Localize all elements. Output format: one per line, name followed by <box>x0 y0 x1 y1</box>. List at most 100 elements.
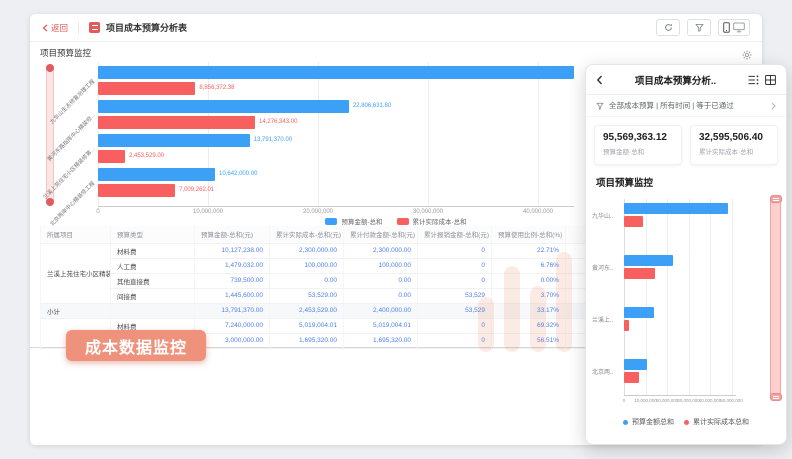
table-cell: 6.76% <box>492 258 566 273</box>
legend-label: 累计实际成本-总和 <box>413 216 467 226</box>
actual-cost-bar[interactable] <box>624 320 629 331</box>
mobile-legend: 预算金额总和 累计实际成本总和 <box>586 417 786 427</box>
x-axis-tick-label: 20,000,000 <box>303 209 333 215</box>
budget-bar[interactable] <box>624 203 728 214</box>
table-header-cell: 预算使用比例-总和(%) <box>492 226 566 243</box>
table-cell: 1,445,600.00 <box>195 288 270 303</box>
device-preview-toggle[interactable] <box>718 19 750 36</box>
datazoom-handle-top[interactable] <box>46 64 54 72</box>
mobile-datazoom-handle-bottom[interactable] <box>770 393 782 401</box>
table-cell: 3.70% <box>492 288 566 303</box>
legend-swatch-red <box>397 218 409 225</box>
bar-value-label: 14,276,343.00 <box>259 116 297 129</box>
page-title: 项目成本预算分析表 <box>106 21 187 34</box>
x-axis-tick-label: 0 <box>96 209 99 215</box>
legend-label: 预算金额总和 <box>632 417 674 427</box>
legend-item-budget[interactable]: 预算金额-总和 <box>325 216 382 226</box>
actual-cost-bar[interactable] <box>98 150 125 163</box>
actual-cost-bar[interactable] <box>98 184 175 197</box>
budget-bar[interactable] <box>98 168 215 181</box>
table-cell: 0.00 <box>344 273 418 288</box>
budget-bar[interactable] <box>624 307 654 318</box>
actual-cost-bar[interactable] <box>624 268 655 279</box>
stat-card-actual[interactable]: 32,595,506.40 累计实际成本·总和 <box>690 125 778 165</box>
stat-card-budget[interactable]: 95,569,363.12 预算金额·总和 <box>594 125 682 165</box>
list-view-icon[interactable] <box>748 75 759 85</box>
table-cell: 小计 <box>41 303 111 318</box>
filter-icon <box>695 23 704 32</box>
table-cell: 69.32% <box>492 318 566 333</box>
table-cell: 0 <box>418 258 492 273</box>
table-header-cell: 预算金额-总和(元) <box>195 226 270 243</box>
table-cell: 0 <box>418 243 492 258</box>
toolbar-divider <box>78 22 79 34</box>
legend-item-actual[interactable]: 累计实际成本-总和 <box>397 216 467 226</box>
legend-item-actual[interactable]: 累计实际成本总和 <box>684 417 749 427</box>
stat-label: 累计实际成本·总和 <box>699 146 769 156</box>
stat-label: 预算金额·总和 <box>603 146 673 156</box>
budget-bar[interactable] <box>98 66 574 79</box>
legend-label: 累计实际成本总和 <box>693 417 749 427</box>
table-cell: 1,695,320.00 <box>270 333 344 348</box>
table-header-cell: 所属项目 <box>41 226 111 243</box>
table-cell: 材料费 <box>111 243 195 258</box>
gridline <box>428 62 429 206</box>
x-axis-line <box>98 206 574 207</box>
gridline <box>318 62 319 206</box>
mobile-filter-bar[interactable]: 全部成本预算 | 所有时间 | 等于已通过 <box>586 95 786 117</box>
back-label: 返回 <box>51 22 68 34</box>
table-cell: 1,479,032.00 <box>195 258 270 273</box>
table-cell <box>111 303 195 318</box>
budget-bar[interactable] <box>624 255 673 266</box>
mobile-datazoom-slider[interactable] <box>770 197 781 399</box>
budget-bar[interactable] <box>98 100 349 113</box>
refresh-button[interactable] <box>656 19 680 36</box>
mobile-stat-cards: 95,569,363.12 预算金额·总和 32,595,506.40 累计实际… <box>586 117 786 165</box>
form-icon <box>89 22 100 33</box>
filter-button[interactable] <box>687 19 711 36</box>
table-cell: 0.00% <box>492 273 566 288</box>
table-cell: 0 <box>418 273 492 288</box>
table-cell: 53,529.00 <box>270 288 344 303</box>
x-axis-tick-label: 50,000,000 <box>720 398 743 403</box>
table-cell: 33.17% <box>492 303 566 318</box>
back-button[interactable]: 返回 <box>42 22 68 34</box>
legend-swatch-blue <box>325 218 337 225</box>
mobile-bar-chart: 010,000,00020,000,00030,000,00040,000,00… <box>592 195 782 407</box>
gear-icon <box>742 50 752 60</box>
actual-cost-bar[interactable] <box>98 116 255 129</box>
bar-value-label: 8,856,372.38 <box>199 82 234 95</box>
table-cell: 2,300,000.00 <box>344 243 418 258</box>
bar-value-label: 10,642,000.00 <box>219 168 257 181</box>
y-axis-category-label: 黄河东.. <box>592 263 622 272</box>
mobile-back-icon[interactable] <box>596 75 603 85</box>
mobile-header: 项目成本预算分析.. <box>586 65 786 95</box>
mobile-datazoom-handle-top[interactable] <box>770 195 782 203</box>
table-cell: 53,529 <box>418 288 492 303</box>
budget-bar[interactable] <box>624 359 647 370</box>
table-cell: 7,240,000.00 <box>195 318 270 333</box>
table-cell: 2,300,000.00 <box>270 243 344 258</box>
mobile-section-title: 项目预算监控 <box>586 165 786 189</box>
actual-cost-bar[interactable] <box>624 372 639 383</box>
funnel-icon <box>596 102 604 110</box>
y-axis-category-label: 兰溪上.. <box>592 315 622 324</box>
chevron-left-icon <box>42 24 48 32</box>
settings-gear-button[interactable] <box>742 50 752 60</box>
actual-cost-bar[interactable] <box>98 82 195 95</box>
table-header-cell: 累计付款金额-总和(元) <box>344 226 418 243</box>
stat-value: 32,595,506.40 <box>699 132 769 143</box>
bar-value-label: 22,806,631.80 <box>353 100 391 113</box>
budget-bar[interactable] <box>98 134 250 147</box>
mobile-title: 项目成本预算分析.. <box>609 73 742 87</box>
x-axis-tick-label: 30,000,000 <box>677 398 700 403</box>
legend-item-budget[interactable]: 预算金额总和 <box>623 417 674 427</box>
mobile-preview-panel: 项目成本预算分析.. 全部成本预算 | 所有时间 | 等于已通过 95,569,… <box>585 64 787 445</box>
actual-cost-bar[interactable] <box>624 216 643 227</box>
table-cell: 100,000.00 <box>344 258 418 273</box>
table-cell: 1,695,320.00 <box>344 333 418 348</box>
gridline <box>667 199 668 395</box>
bar-value-label: 2,453,529.00 <box>129 150 164 163</box>
x-axis-tick-label: 30,000,000 <box>413 209 443 215</box>
grid-view-icon[interactable] <box>765 75 776 85</box>
